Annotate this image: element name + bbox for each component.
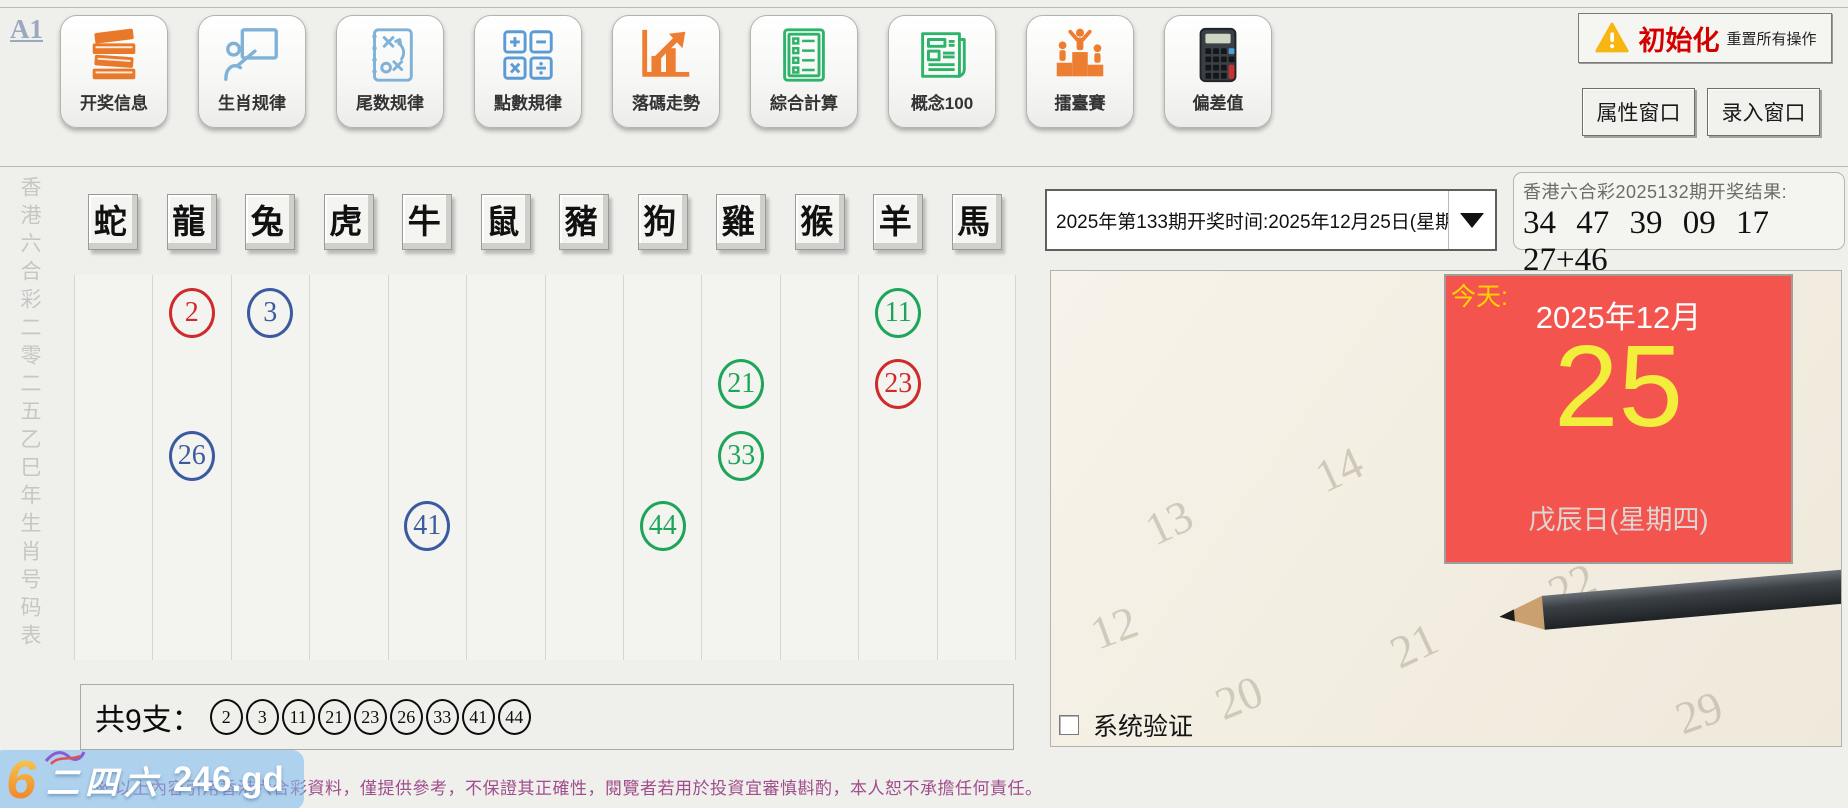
warning-icon [1593, 20, 1631, 56]
app-window: A1 开奖信息 生肖规律 尾数规律 點數規律 落碼走勢 綜合計算 概念100 擂臺賽 偏差值 初… [0, 0, 1848, 808]
calendar-faint-number: 20 [1208, 665, 1270, 730]
summary-circle-21: 21 [317, 699, 351, 735]
calendar-faint-number: 12 [1083, 595, 1145, 660]
summary-circle-33: 33 [425, 699, 459, 735]
calendar-faint-number: 29 [1668, 680, 1730, 745]
number-mark-41: 41 [404, 501, 451, 551]
zodiac-key-1[interactable]: 蛇 [88, 194, 139, 250]
zodiac-key-11[interactable]: 羊 [873, 194, 924, 250]
toolbar-button-label: 尾数规律 [356, 94, 424, 113]
result-numbers: 34 47 39 09 17 27+46 [1523, 205, 1769, 278]
toolbar-button-shengxiao[interactable]: 生肖规律 [198, 15, 306, 128]
number-mark-44: 44 [639, 501, 686, 551]
summary-circle-44: 44 [497, 699, 531, 735]
init-button[interactable]: 初始化 重置所有操作 [1578, 13, 1832, 63]
calculator-icon [1187, 24, 1249, 86]
result-panel: 香港六合彩2025132期开奖结果: 34 47 39 09 17 27+46 [1513, 172, 1845, 278]
list-icon [773, 24, 835, 86]
chart-icon [635, 24, 697, 86]
init-button-label: 初始化 [1638, 25, 1720, 56]
today-card: 今天: 2025年12月 25 戊辰日(星期四) [1444, 274, 1793, 564]
properties-window-button[interactable]: 属性窗口 [1582, 88, 1695, 136]
summary-box: 共9支： 2 3 11 21 23 26 33 41 44 [80, 684, 1014, 750]
number-mark-33: 33 [718, 431, 765, 481]
number-mark-23: 23 [875, 359, 922, 409]
calendar-faint-number: 21 [1382, 612, 1446, 679]
toolbar-button-zonghe[interactable]: 綜合計算 [750, 15, 858, 128]
zodiac-key-4[interactable]: 虎 [323, 194, 374, 250]
ribbon-icon [44, 748, 86, 773]
presenter-icon [221, 24, 283, 86]
toolbar: 开奖信息 生肖规律 尾数规律 點數規律 落碼走勢 綜合計算 概念100 擂臺賽 偏差值 [60, 15, 1272, 128]
zodiac-key-3[interactable]: 兔 [245, 194, 296, 250]
summary-circle-11: 11 [281, 699, 315, 735]
calendar-faint-number: 14 [1307, 436, 1371, 503]
books-icon [83, 24, 145, 86]
number-mark-3: 3 [247, 288, 294, 338]
zodiac-key-12[interactable]: 馬 [951, 194, 1002, 250]
toolbar-button-label: 綜合計算 [770, 94, 838, 113]
toolbar-button-luoma[interactable]: 落碼走勢 [612, 15, 720, 128]
number-mark-2: 2 [168, 288, 215, 338]
number-mark-26: 26 [168, 431, 215, 481]
system-verify-checkbox[interactable] [1059, 715, 1079, 735]
toolbar-button-kaijiang[interactable]: 开奖信息 [60, 15, 168, 128]
number-mark-21: 21 [718, 359, 765, 409]
entry-window-button[interactable]: 录入窗口 [1707, 88, 1820, 136]
result-title: 香港六合彩2025132期开奖结果: [1523, 182, 1788, 202]
watermark: 6 二四六 246.gd [0, 750, 304, 808]
system-verify-row: 系统验证 [1059, 707, 1193, 743]
summary-label: 共9支： [95, 704, 202, 737]
toolbar-button-label: 點數規律 [494, 94, 562, 113]
toolbar-button-label: 擂臺賽 [1054, 94, 1106, 113]
zodiac-row: 蛇龍兔虎牛鼠豬狗雞猴羊馬 [74, 194, 1016, 250]
grid-marks-layer: 2 3 11 21 23 26 33 41 44 [74, 275, 1016, 660]
toolbar-button-label: 生肖规律 [218, 94, 286, 113]
summary-circle-23: 23 [353, 699, 387, 735]
calendar-panel: 13 14 12 20 21 22 29 今天: 2025年12月 25 戊辰日(星期四) … [1050, 270, 1842, 747]
system-verify-label: 系统验证 [1093, 713, 1194, 741]
calendar-faint-number: 13 [1137, 489, 1201, 556]
calendar-ganzhi: 戊辰日(星期四) [1528, 505, 1709, 535]
toolbar-button-label: 开奖信息 [80, 94, 148, 113]
top-divider [0, 7, 1848, 8]
period-dropdown[interactable]: 2025年第133期开奖时间:2025年12月25日(星期四 [1045, 189, 1497, 251]
watermark-logo: 6 [6, 750, 37, 808]
summary-circle-3: 3 [245, 699, 279, 735]
toolbar-button-dianshu[interactable]: 點數規律 [474, 15, 582, 128]
calendar-day: 25 [1553, 321, 1684, 451]
toolbar-button-label: 落碼走勢 [632, 94, 700, 113]
summary-circle-41: 41 [461, 699, 495, 735]
window-badge: A1 [10, 14, 43, 44]
newspaper-icon [911, 24, 973, 86]
toolbar-button-weishu[interactable]: 尾数规律 [336, 15, 444, 128]
zodiac-key-7[interactable]: 豬 [559, 194, 610, 250]
zodiac-key-8[interactable]: 狗 [637, 194, 688, 250]
number-mark-11: 11 [875, 288, 922, 338]
toolbar-button-gainian[interactable]: 概念100 [888, 15, 996, 128]
toolbar-button-label: 偏差值 [1192, 94, 1244, 113]
zodiac-key-5[interactable]: 牛 [402, 194, 453, 250]
window-buttons: 属性窗口 录入窗口 [1582, 88, 1820, 136]
toolbar-button-piancha[interactable]: 偏差值 [1164, 15, 1272, 128]
zodiac-key-9[interactable]: 雞 [716, 194, 767, 250]
summary-circle-26: 26 [389, 699, 423, 735]
toolbar-button-leitai[interactable]: 擂臺賽 [1026, 15, 1134, 128]
zodiac-key-2[interactable]: 龍 [166, 194, 217, 250]
chevron-down-icon [1460, 212, 1484, 228]
period-dropdown-value: 2025年第133期开奖时间:2025年12月25日(星期四 [1056, 211, 1448, 233]
zodiac-key-10[interactable]: 猴 [794, 194, 845, 250]
podium-icon [1049, 24, 1111, 86]
strategy-icon [359, 24, 421, 86]
toolbar-button-label: 概念100 [910, 94, 974, 113]
toolbar-divider [0, 166, 1848, 167]
zodiac-key-6[interactable]: 鼠 [480, 194, 531, 250]
dropdown-arrow-button[interactable] [1448, 191, 1495, 249]
init-button-subtext: 重置所有操作 [1726, 30, 1817, 48]
summary-numbers: 2 3 11 21 23 26 33 41 44 [209, 699, 534, 735]
summary-circle-2: 2 [209, 699, 243, 735]
left-vertical-title: 香港六合彩二零二五乙巳年生肖号码表 [18, 176, 41, 652]
watermark-domain: 246.gd [173, 760, 284, 799]
math-icon [497, 24, 559, 86]
